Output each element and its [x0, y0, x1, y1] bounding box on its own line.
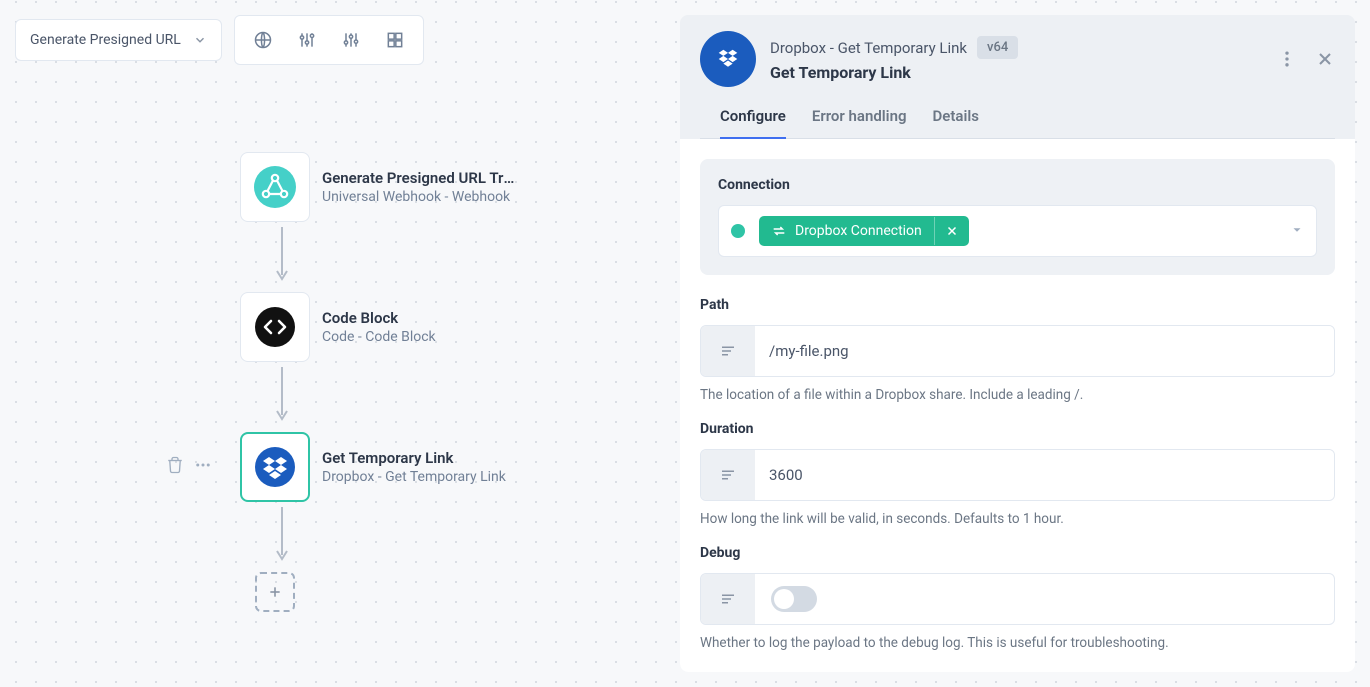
input-prefix-button[interactable]: [701, 574, 755, 624]
chevron-down-icon: [193, 33, 207, 47]
panel-tabs: Configure Error handling Details: [700, 87, 1335, 139]
plus-icon: [267, 584, 283, 600]
panel-action-title: Get Temporary Link: [770, 63, 1018, 82]
debug-label: Debug: [700, 545, 1335, 561]
sliders-icon: [297, 30, 317, 50]
connection-chip: Dropbox Connection: [759, 216, 969, 246]
connection-label: Connection: [718, 177, 1317, 193]
panel-close-button[interactable]: [1315, 49, 1335, 69]
debug-toggle[interactable]: [771, 586, 817, 612]
settings-button[interactable]: [331, 22, 371, 58]
node-dropbox-subtitle: Dropbox - Get Temporary Link: [322, 469, 506, 485]
path-input[interactable]: [755, 326, 1334, 376]
globe-button[interactable]: [243, 22, 283, 58]
node-dropbox-icon-box: [240, 432, 310, 502]
workflow-selector[interactable]: Generate Presigned URL: [15, 19, 222, 61]
close-icon: [1315, 49, 1335, 69]
connection-block: Connection Dropbox Connection: [700, 159, 1335, 275]
panel-app-label: Dropbox - Get Temporary Link: [770, 39, 967, 57]
webhook-icon: [252, 164, 298, 210]
globe-icon: [253, 30, 273, 50]
notes-icon: [719, 342, 737, 360]
dropbox-icon: [711, 42, 745, 76]
delete-node-button[interactable]: [166, 456, 184, 478]
config-panel: Dropbox - Get Temporary Link v64 Get Tem…: [680, 15, 1355, 672]
panel-app-icon: [700, 31, 756, 87]
more-horizontal-icon: [194, 456, 212, 474]
connector: [275, 502, 289, 572]
debug-help: Whether to log the payload to the debug …: [700, 635, 1335, 651]
version-chip: v64: [977, 36, 1018, 59]
swap-icon: [771, 223, 787, 239]
workflow-selector-label: Generate Presigned URL: [30, 32, 181, 48]
more-node-button[interactable]: [194, 456, 212, 478]
input-prefix-button[interactable]: [701, 450, 755, 500]
tab-configure[interactable]: Configure: [720, 107, 786, 139]
duration-label: Duration: [700, 421, 1335, 437]
code-icon: [253, 305, 297, 349]
field-debug: Debug Whether to log the payload to the …: [700, 545, 1335, 651]
tab-details[interactable]: Details: [933, 107, 979, 139]
connection-select[interactable]: Dropbox Connection: [718, 205, 1317, 257]
dropbox-icon: [253, 445, 297, 489]
connection-chip-label: Dropbox Connection: [795, 223, 922, 239]
sliders-button[interactable]: [287, 22, 327, 58]
tab-error-handling[interactable]: Error handling: [812, 107, 907, 139]
connector: [275, 222, 289, 292]
add-node-button[interactable]: [255, 572, 295, 612]
node-dropbox-title: Get Temporary Link: [322, 449, 506, 467]
node-code[interactable]: Code Block Code - Code Block: [240, 292, 436, 362]
trash-icon: [166, 456, 184, 474]
node-code-icon-box: [240, 292, 310, 362]
sliders-alt-icon: [341, 30, 361, 50]
chevron-down-icon: [1290, 222, 1304, 241]
node-trigger-icon-box: [240, 152, 310, 222]
more-vertical-icon: [1277, 49, 1297, 69]
close-icon: [945, 224, 959, 238]
notes-icon: [719, 590, 737, 608]
node-trigger[interactable]: Generate Presigned URL Trigger Universal…: [240, 152, 518, 222]
path-help: The location of a file within a Dropbox …: [700, 387, 1335, 403]
notes-icon: [719, 466, 737, 484]
grid-icon: [385, 30, 405, 50]
path-label: Path: [700, 297, 1335, 313]
duration-input[interactable]: [755, 450, 1334, 500]
connector: [275, 362, 289, 432]
duration-help: How long the link will be valid, in seco…: [700, 511, 1335, 527]
node-code-subtitle: Code - Code Block: [322, 329, 436, 345]
field-duration: Duration How long the link will be valid…: [700, 421, 1335, 527]
canvas-toolbar: [234, 15, 424, 65]
node-dropbox[interactable]: Get Temporary Link Dropbox - Get Tempora…: [240, 432, 506, 502]
node-trigger-subtitle: Universal Webhook - Webhook: [322, 189, 518, 205]
connection-status-dot: [731, 224, 745, 238]
grid-button[interactable]: [375, 22, 415, 58]
panel-more-button[interactable]: [1277, 49, 1297, 69]
input-prefix-button[interactable]: [701, 326, 755, 376]
node-trigger-title: Generate Presigned URL Trigger: [322, 169, 518, 187]
node-code-title: Code Block: [322, 309, 436, 327]
field-path: Path The location of a file within a Dro…: [700, 297, 1335, 403]
connection-chip-remove[interactable]: [934, 217, 969, 245]
node-context-controls: [166, 456, 212, 478]
